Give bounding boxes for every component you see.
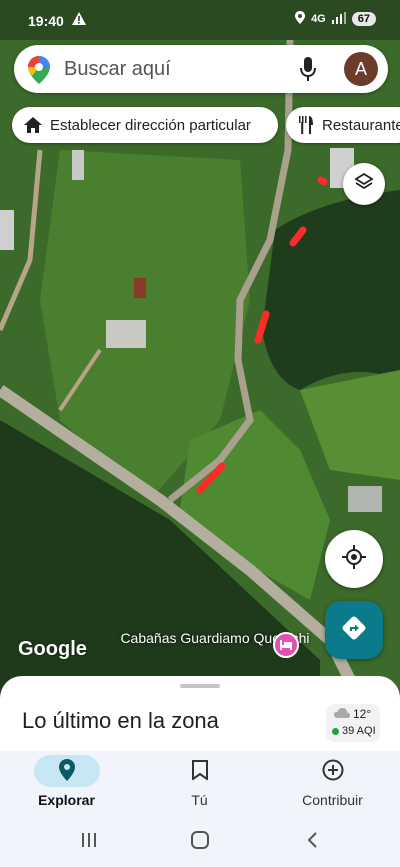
status-icons: 4G 67 [295, 11, 376, 27]
back-icon[interactable] [304, 831, 322, 854]
maps-pin-logo-icon [28, 56, 50, 89]
warning-icon [72, 12, 86, 28]
battery-indicator: 67 [351, 12, 376, 26]
network-label: 4G [311, 13, 326, 25]
directions-arrow-icon [341, 615, 367, 646]
restaurants-label: Restaurantes [322, 116, 400, 134]
satellite-map[interactable] [0, 0, 400, 700]
cloud-icon [334, 707, 350, 721]
nav-you-label: Tú [191, 792, 208, 808]
search-input[interactable]: Buscar aquí [64, 58, 171, 81]
temperature: 12° [353, 707, 372, 721]
avatar[interactable]: A [344, 52, 378, 86]
nav-contribute[interactable]: Contribuir [266, 751, 399, 817]
restaurants-chip[interactable]: Restaurantes [286, 107, 400, 143]
bookmark-icon [191, 759, 208, 783]
google-attribution: Google [18, 638, 87, 660]
sheet-title: Lo último en la zona [22, 708, 219, 733]
aqi-status-dot [332, 727, 339, 735]
location-icon [295, 11, 306, 27]
directions-button[interactable] [325, 601, 383, 659]
search-bar[interactable]: Buscar aquí A [14, 45, 388, 93]
layers-button[interactable] [343, 163, 385, 205]
nav-explore-label: Explorar [38, 792, 95, 808]
sheet-drag-handle[interactable] [180, 684, 220, 688]
my-location-button[interactable] [325, 530, 383, 588]
recent-apps-icon[interactable] [80, 831, 98, 854]
weather-badge[interactable]: 12° 39 AQI [326, 704, 380, 742]
latest-in-area-sheet[interactable]: Lo último en la zona 12° 39 AQI [0, 676, 400, 756]
add-circle-icon [322, 759, 344, 784]
nav-you[interactable]: Tú [133, 751, 266, 817]
crosshair-icon [341, 544, 367, 575]
lodging-pin-icon[interactable] [273, 632, 299, 658]
explore-pin-icon [58, 758, 75, 784]
microphone-icon[interactable] [300, 57, 316, 86]
set-home-label: Establecer dirección particular [50, 116, 251, 134]
fork-knife-icon [298, 116, 314, 134]
home-icon [24, 117, 42, 133]
status-bar: 19:40 4G 67 [0, 0, 400, 44]
signal-icon [331, 11, 346, 27]
nav-explore[interactable]: Explorar [0, 751, 133, 817]
layers-icon [354, 172, 374, 197]
clock: 19:40 [28, 13, 64, 29]
bottom-navigation: Explorar Tú Contribuir [0, 751, 400, 817]
home-nav-icon[interactable] [191, 831, 209, 854]
nav-contribute-label: Contribuir [302, 792, 363, 808]
system-navigation-bar [0, 817, 400, 867]
aqi-value: 39 AQI [342, 725, 376, 737]
set-home-chip[interactable]: Establecer dirección particular [12, 107, 278, 143]
